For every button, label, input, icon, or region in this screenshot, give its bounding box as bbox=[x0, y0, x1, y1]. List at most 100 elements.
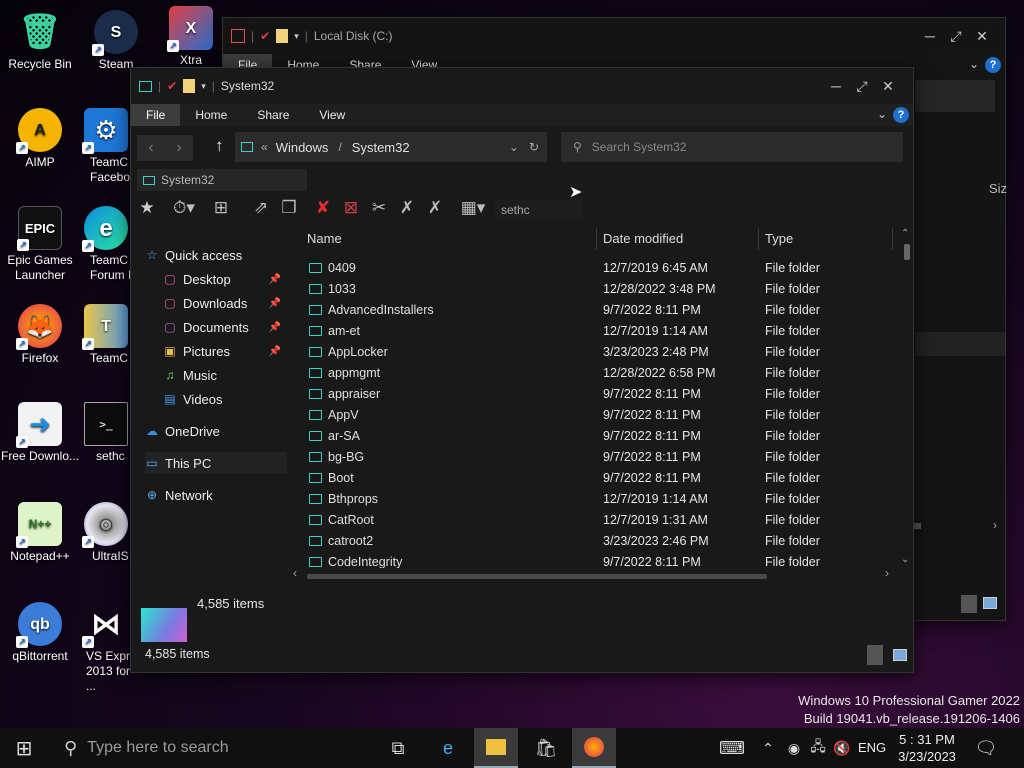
redo-icon[interactable]: ✗ bbox=[423, 196, 447, 220]
star-icon[interactable]: ★ bbox=[135, 196, 159, 220]
tab-view[interactable]: View bbox=[304, 104, 360, 126]
scrollbar-thumb[interactable] bbox=[913, 523, 921, 529]
volume-muted-icon[interactable]: 🔇 bbox=[830, 728, 854, 768]
nav-network[interactable]: ⊕ Network bbox=[145, 484, 213, 506]
table-row[interactable]: ar-SA 9/7/2022 8:11 PM File folder bbox=[301, 426, 831, 447]
search-box[interactable] bbox=[915, 80, 995, 112]
search-box[interactable]: ⚲ Search System32 bbox=[561, 132, 903, 162]
table-row[interactable]: Boot 9/7/2022 8:11 PM File folder bbox=[301, 468, 831, 489]
start-windows-icon[interactable]: ⊞ bbox=[0, 728, 48, 768]
nav-onedrive[interactable]: ☁ OneDrive bbox=[145, 420, 220, 442]
nav-desktop[interactable]: ▢ Desktop 📌 bbox=[163, 268, 287, 290]
forward-icon[interactable]: › bbox=[176, 139, 181, 157]
store-taskbar-icon[interactable]: 🛍 bbox=[524, 728, 568, 768]
scroll-up-icon[interactable]: ⌃ bbox=[901, 228, 909, 239]
task-view-icon[interactable]: ⧉ bbox=[376, 728, 420, 768]
desktop-icon-teamc-forum[interactable]: e ↗ TeamC Forum L bbox=[76, 206, 136, 283]
minimize-icon[interactable]: ─ bbox=[917, 28, 943, 45]
table-row[interactable]: AdvancedInstallers 9/7/2022 8:11 PM File f… bbox=[301, 300, 831, 321]
desktop-icon-qbittorrent[interactable]: qb ↗ qBittorrent bbox=[0, 602, 80, 664]
language-indicator[interactable]: ENG bbox=[858, 740, 886, 755]
refresh-icon[interactable]: ↻ bbox=[529, 140, 539, 154]
network-icon[interactable]: 🖧 bbox=[806, 728, 830, 768]
table-row[interactable]: Bthprops 12/7/2019 1:14 AM File folder bbox=[301, 489, 831, 510]
ribbon-expand-icon[interactable]: ⌄ bbox=[877, 107, 887, 121]
copy-to-icon[interactable]: ❐ bbox=[277, 196, 301, 220]
desktop-icon-sethc[interactable]: >_ sethc bbox=[76, 402, 136, 464]
scroll-down-icon[interactable]: ⌄ bbox=[901, 554, 909, 565]
title-bar[interactable]: | ✔ ▾ | System32 ─ ⤢ ✕ bbox=[131, 68, 913, 104]
desktop-icon-teamc[interactable]: T ↗ TeamC bbox=[76, 304, 136, 366]
search-input[interactable]: Search System32 bbox=[592, 140, 687, 154]
title-bar[interactable]: | ✔ ▾ | Local Disk (C:) ─ ⤢ ✕ bbox=[223, 18, 1005, 54]
desktop-icon-firefox[interactable]: 🦊 ↗ Firefox bbox=[0, 304, 80, 366]
scroll-right-icon[interactable]: › bbox=[993, 518, 997, 532]
nav-music[interactable]: ♫ Music bbox=[163, 364, 217, 386]
nav-documents[interactable]: ▢ Documents 📌 bbox=[163, 316, 287, 338]
desktop-icon-aimp[interactable]: A ↗ AIMP bbox=[0, 108, 80, 170]
maximize-icon[interactable]: ⤢ bbox=[849, 78, 875, 95]
pin-icon[interactable]: 📌 bbox=[269, 322, 281, 333]
tab-home[interactable]: Home bbox=[180, 104, 242, 126]
desktop-icon-free-download[interactable]: ➜ ↗ Free Downlo... bbox=[0, 402, 80, 464]
chevron-down-icon[interactable]: ▾ bbox=[294, 31, 299, 42]
table-row[interactable]: AppV 9/7/2022 8:11 PM File folder bbox=[301, 405, 831, 426]
chevron-down-icon[interactable]: ▾ bbox=[201, 81, 206, 92]
pin-icon[interactable]: 📌 bbox=[269, 346, 281, 357]
cut-icon[interactable]: ✂ bbox=[367, 196, 391, 220]
desktop-icon-recycle-bin[interactable]: 🗑 Recycle Bin bbox=[0, 10, 80, 72]
nav-this-pc[interactable]: ▭ This PC bbox=[145, 452, 287, 474]
column-header-size[interactable]: Siz bbox=[989, 181, 1007, 196]
tab-system32[interactable]: System32 bbox=[137, 169, 307, 191]
tab-file[interactable]: File bbox=[131, 104, 181, 126]
nav-pictures[interactable]: ▣ Pictures 📌 bbox=[163, 340, 287, 362]
properties-icon[interactable]: ✔ bbox=[167, 79, 177, 93]
breadcrumb-system32[interactable]: System32 bbox=[352, 140, 410, 155]
table-row[interactable]: am-et 12/7/2019 1:14 AM File folder bbox=[301, 321, 831, 342]
nav-quick-access[interactable]: ☆ Quick access bbox=[145, 244, 243, 266]
nav-videos[interactable]: ▤ Videos bbox=[163, 388, 222, 410]
pin-icon[interactable]: 📌 bbox=[269, 298, 281, 309]
notifications-icon[interactable]: 🗨 bbox=[966, 728, 1006, 768]
details-view-icon[interactable] bbox=[867, 645, 883, 665]
view-options-icon[interactable]: ▦▾ bbox=[457, 196, 489, 220]
column-header-type[interactable]: Type bbox=[759, 228, 893, 250]
history-icon[interactable]: ⏱▾ bbox=[169, 196, 199, 220]
table-row[interactable]: AppLocker 3/23/2023 2:48 PM File folder bbox=[301, 342, 831, 363]
scrollbar-thumb[interactable] bbox=[307, 574, 767, 579]
address-bar[interactable]: « Windows / System32 ⌄ ↻ bbox=[235, 132, 547, 162]
maximize-icon[interactable]: ⤢ bbox=[943, 28, 969, 45]
table-row[interactable]: appraiser 9/7/2022 8:11 PM File folder bbox=[301, 384, 831, 405]
selected-row[interactable] bbox=[915, 332, 1005, 356]
large-icons-view-icon[interactable] bbox=[893, 649, 907, 661]
table-row[interactable]: appmgmt 12/28/2022 6:58 PM File folder bbox=[301, 363, 831, 384]
edge-taskbar-icon[interactable]: e bbox=[426, 728, 470, 768]
delete-icon[interactable]: ✘ bbox=[311, 196, 335, 220]
taskbar-search[interactable]: ⚲ Type here to search bbox=[48, 728, 376, 768]
new-folder-icon[interactable] bbox=[276, 29, 289, 43]
windows-logo-icon[interactable]: ⊞ bbox=[209, 196, 233, 220]
scroll-left-icon[interactable]: ‹ bbox=[293, 566, 297, 580]
back-icon[interactable]: ‹ bbox=[148, 139, 153, 157]
vertical-scrollbar[interactable]: ⌃ ⌄ bbox=[901, 228, 913, 568]
scroll-right-icon[interactable]: › bbox=[885, 566, 889, 580]
new-folder-icon[interactable] bbox=[183, 79, 196, 93]
up-arrow-icon[interactable]: ↑ bbox=[215, 136, 224, 156]
details-view-icon[interactable] bbox=[961, 595, 977, 613]
scrollbar-thumb[interactable] bbox=[904, 244, 910, 260]
help-icon[interactable]: ? bbox=[893, 107, 909, 123]
close-icon[interactable]: ✕ bbox=[969, 28, 995, 45]
breadcrumb-windows[interactable]: Windows bbox=[276, 140, 329, 155]
large-icons-view-icon[interactable] bbox=[983, 597, 997, 609]
help-icon[interactable]: ? bbox=[985, 57, 1001, 73]
filter-input[interactable]: sethc bbox=[495, 200, 583, 220]
horizontal-scrollbar[interactable]: ‹ › bbox=[293, 566, 893, 582]
nav-downloads[interactable]: ▢ Downloads 📌 bbox=[163, 292, 287, 314]
clock[interactable]: 5 : 31 PM 3/23/2023 bbox=[892, 731, 962, 765]
close-icon[interactable]: ✕ bbox=[875, 78, 901, 95]
minimize-icon[interactable]: ─ bbox=[823, 78, 849, 95]
desktop-icon-vs-express[interactable]: ⋈ ↗ VS Expr 2013 for ... bbox=[76, 602, 136, 694]
chevron-up-icon[interactable]: ⌃ bbox=[756, 728, 780, 768]
ribbon-expand-icon[interactable]: ⌄ bbox=[969, 57, 979, 71]
explorer-window-system32[interactable]: | ✔ ▾ | System32 ─ ⤢ ✕ File Home Share V… bbox=[130, 67, 914, 673]
